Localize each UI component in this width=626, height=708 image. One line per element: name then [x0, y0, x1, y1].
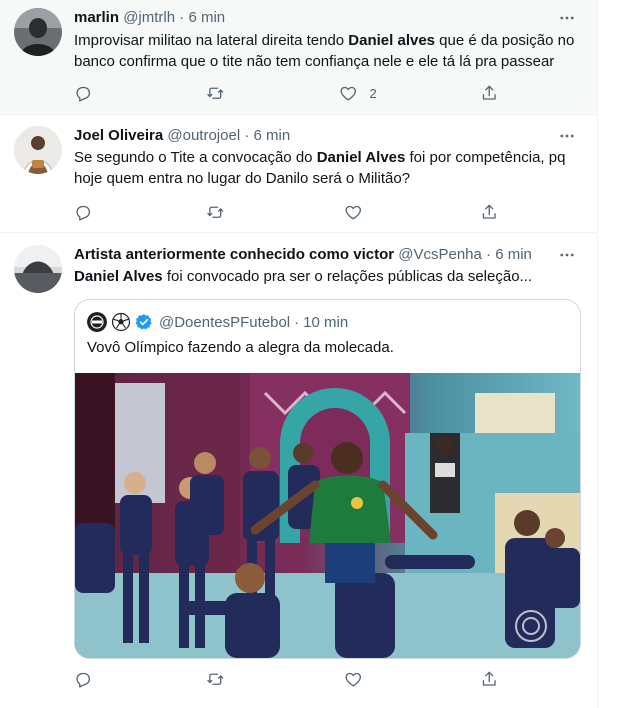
share-icon [482, 671, 496, 686]
reply-button[interactable] [74, 668, 93, 690]
text-part: banco confirma que o tite não tem confia… [74, 52, 555, 70]
like-button[interactable]: 2 [339, 82, 377, 104]
text-part: foi por competência, pq [405, 149, 566, 166]
tweet-text: Se segundo o Tite a convocação do Daniel… [74, 148, 584, 189]
separator-dot: · [179, 9, 185, 26]
text-part: Se segundo o Tite a convocação do [74, 149, 317, 166]
separator-dot: · [244, 127, 250, 144]
user-handle[interactable]: @DoentesPFutebol [159, 314, 290, 331]
text-part: Improvisar militao na lateral direita te… [74, 32, 349, 49]
timestamp[interactable]: 10 min [303, 314, 348, 331]
user-handle[interactable]: @jmtrlh [123, 9, 175, 26]
heart-icon [345, 205, 361, 220]
user-handle[interactable]: @VcsPenha [398, 246, 482, 263]
text-highlight: Daniel Alves [316, 149, 406, 166]
share-button[interactable] [480, 82, 499, 104]
user-handle[interactable]: @outrojoel [167, 127, 240, 144]
text-highlight: Daniel Alves [74, 268, 163, 285]
separator-dot: · [294, 313, 300, 331]
reply-button[interactable] [74, 201, 93, 223]
more-icon[interactable] [557, 126, 577, 146]
timestamp[interactable]: 6 min [254, 127, 291, 144]
reply-icon [76, 672, 91, 688]
quoted-tweet-header: @DoentesPFutebol · 10 min [87, 312, 348, 332]
heart-icon [345, 672, 361, 687]
tweet-header: marlin @jmtrlh · 6 min [74, 8, 225, 28]
column-divider [597, 0, 598, 708]
tweet-actions [74, 201, 574, 223]
reply-button[interactable] [74, 82, 93, 104]
tweet-actions: 2 [74, 82, 574, 104]
text-highlight: Daniel alves [348, 32, 436, 49]
tweet-actions [74, 668, 574, 690]
reply-icon [76, 205, 91, 221]
retweet-icon [207, 87, 224, 99]
more-icon[interactable] [557, 8, 577, 28]
heart-icon [340, 86, 356, 101]
avatar[interactable] [87, 312, 107, 332]
quoted-tweet[interactable]: @DoentesPFutebol · 10 min Vovô Olímpico … [74, 299, 581, 659]
like-count: 2 [369, 85, 377, 101]
soccer-ball-icon [111, 312, 131, 332]
display-name[interactable]: Artista anteriormente conhecido como vic… [74, 246, 394, 263]
timestamp[interactable]: 6 min [495, 246, 532, 263]
text-part: que é da posição no [435, 32, 575, 49]
text-part: foi convocado pra ser o relações pública… [162, 268, 533, 285]
tweet[interactable]: Joel Oliveira @outrojoel · 6 min Se segu… [0, 115, 597, 233]
retweet-button[interactable] [206, 668, 225, 690]
avatar[interactable] [14, 245, 62, 293]
tweet-text: Improvisar militao na lateral direita te… [74, 31, 584, 72]
share-icon [482, 204, 496, 219]
share-button[interactable] [480, 668, 499, 690]
tweet-header: Artista anteriormente conhecido como vic… [74, 245, 532, 265]
display-name[interactable]: marlin [74, 9, 119, 26]
timeline: marlin @jmtrlh · 6 min Improvisar milita… [0, 0, 597, 708]
tweet[interactable]: marlin @jmtrlh · 6 min Improvisar milita… [0, 0, 597, 115]
avatar[interactable] [14, 126, 62, 174]
reply-icon [76, 86, 91, 102]
share-icon [482, 85, 496, 100]
tweet-text: Daniel Alves foi convocado pra ser o rel… [74, 267, 584, 288]
media-image[interactable] [75, 373, 580, 658]
like-button[interactable] [344, 201, 363, 223]
share-button[interactable] [480, 201, 499, 223]
quoted-tweet-text: Vovô Olímpico fazendo a alegra da moleca… [87, 339, 394, 356]
display-name[interactable]: Joel Oliveira [74, 127, 163, 144]
avatar[interactable] [14, 8, 62, 56]
timestamp[interactable]: 6 min [188, 9, 225, 26]
tweet-header: Joel Oliveira @outrojoel · 6 min [74, 126, 290, 146]
retweet-icon [207, 206, 224, 218]
text-part: hoje quem entra no lugar do Danilo será … [74, 169, 411, 187]
retweet-button[interactable] [206, 201, 225, 223]
retweet-icon [207, 673, 224, 685]
like-button[interactable] [344, 668, 363, 690]
retweet-button[interactable] [206, 82, 225, 104]
separator-dot: · [486, 246, 492, 263]
verified-badge-icon [135, 313, 153, 331]
more-icon[interactable] [557, 245, 577, 265]
